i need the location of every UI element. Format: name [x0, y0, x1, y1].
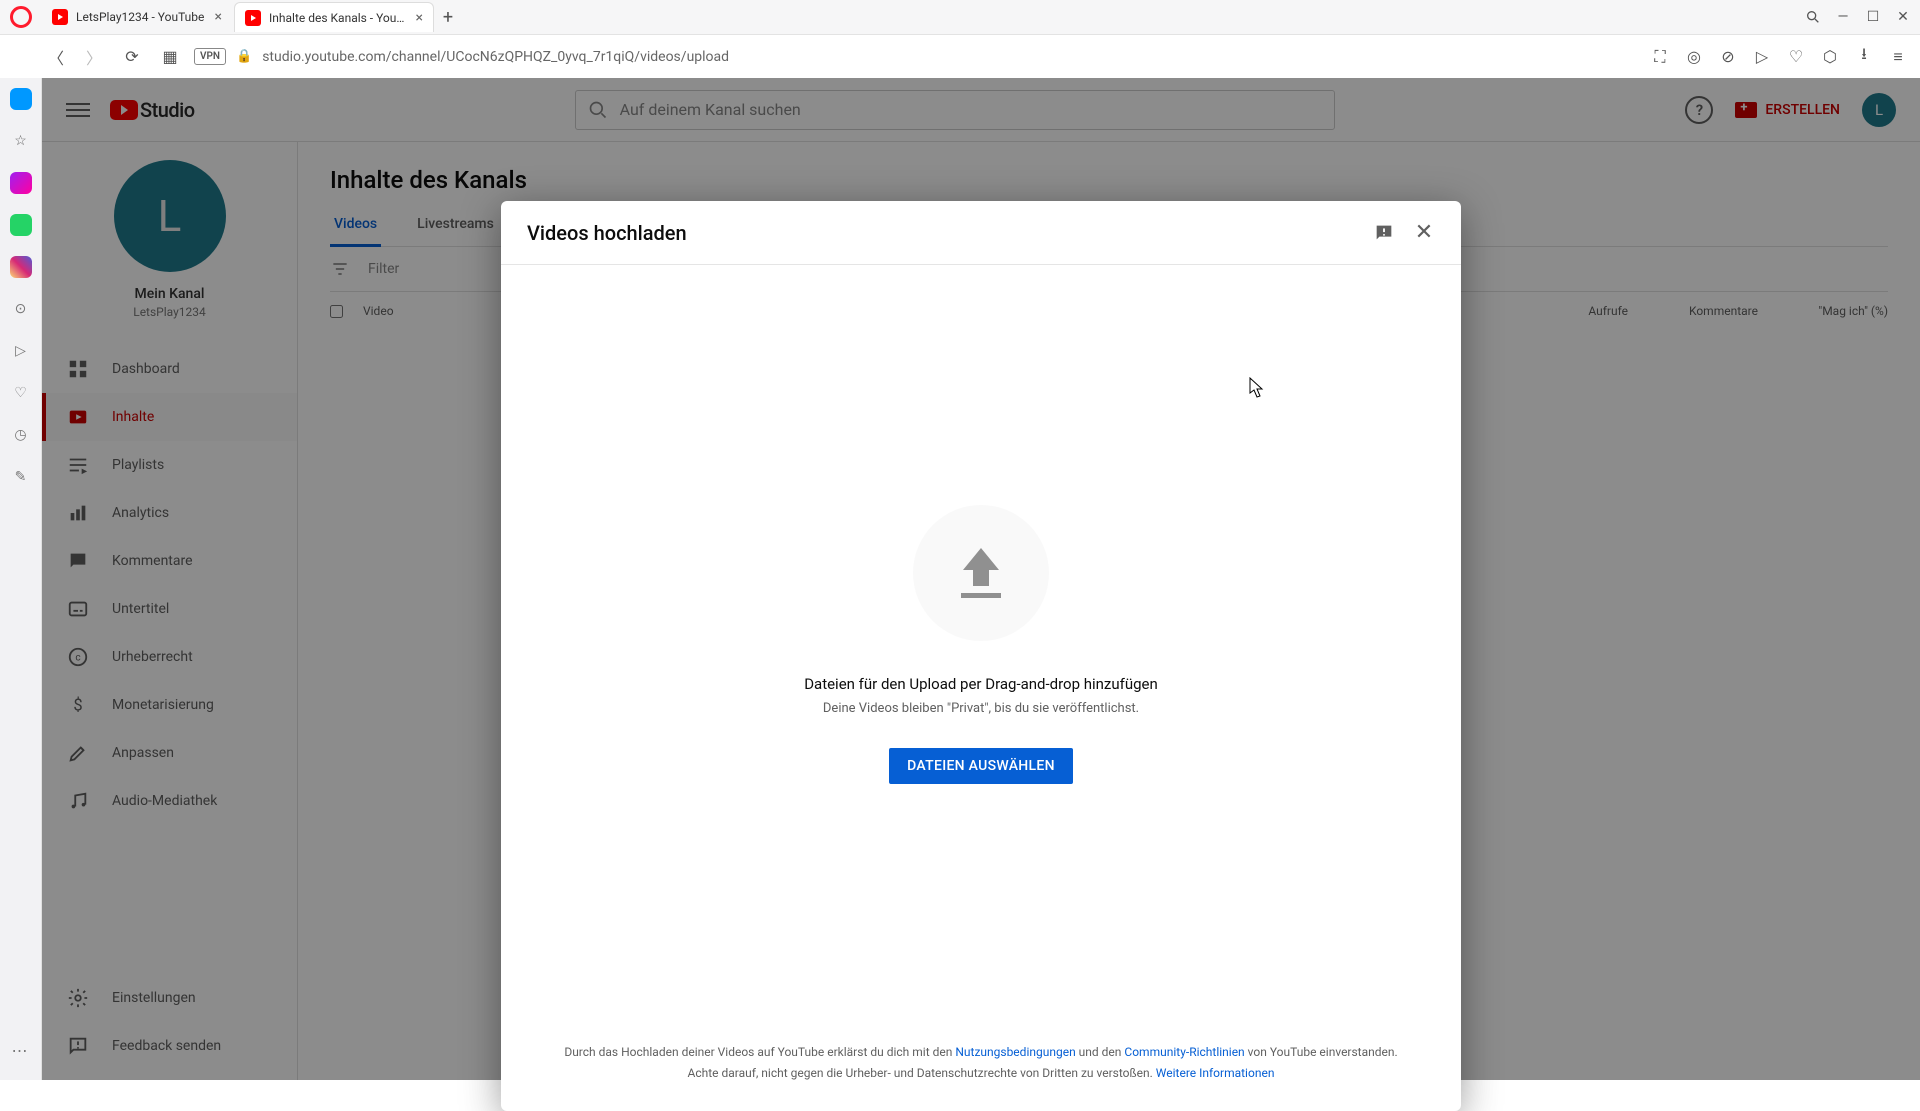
upload-drop-icon [913, 505, 1049, 641]
sidebar-instagram-icon[interactable] [10, 256, 32, 278]
tab-title: Inhalte des Kanals - YouTu [269, 11, 408, 25]
community-guidelines-link[interactable]: Community-Richtlinien [1124, 1045, 1244, 1059]
sidebar-play-icon[interactable]: ▷ [10, 340, 32, 362]
vpn-badge[interactable]: VPN [194, 48, 226, 65]
tab-title: LetsPlay1234 - YouTube [76, 10, 207, 24]
youtube-studio-app: Studio Auf deinem Kanal suchen ? ERSTELL… [42, 78, 1920, 1080]
sidebar-more-icon[interactable]: ⋯ [12, 1041, 30, 1060]
tos-link[interactable]: Nutzungsbedingungen [955, 1045, 1075, 1059]
url-text[interactable]: studio.youtube.com/channel/UCocN6zQPHQZ_… [262, 49, 1640, 65]
maximize-icon[interactable]: ☐ [1864, 8, 1882, 26]
lock-icon: 🔒 [236, 49, 252, 64]
sidebar-history-icon[interactable]: ◷ [10, 424, 32, 446]
back-button[interactable]: 〈 [42, 43, 70, 71]
download-icon[interactable]: ⭳ [1854, 47, 1874, 67]
youtube-favicon-icon [245, 10, 261, 26]
sidebar-pinboard-icon[interactable]: ✎ [10, 466, 32, 488]
sidebar-home-icon[interactable] [10, 88, 32, 110]
browser-tab-bar: LetsPlay1234 - YouTube × Inhalte des Kan… [0, 0, 1920, 34]
menu-icon[interactable]: ≡ [1888, 47, 1908, 67]
modal-header: Videos hochladen ✕ [501, 201, 1461, 265]
sidebar-whatsapp-icon[interactable] [10, 214, 32, 236]
camera-icon[interactable]: ◎ [1684, 47, 1704, 67]
drop-sub-text: Deine Videos bleiben "Privat", bis du si… [823, 701, 1139, 716]
select-files-button[interactable]: DATEIEN AUSWÄHLEN [889, 748, 1073, 784]
opera-logo-icon [10, 6, 32, 28]
sidebar-bookmarks-icon[interactable]: ☆ [10, 130, 32, 152]
reload-button[interactable]: ⟳ [118, 43, 146, 71]
cube-icon[interactable]: ⬡ [1820, 47, 1840, 67]
opera-sidebar: ☆ ⊙ ▷ ♡ ◷ ✎ ⋯ [0, 78, 42, 1080]
browser-tab[interactable]: LetsPlay1234 - YouTube × [42, 2, 232, 32]
modal-body[interactable]: Dateien für den Upload per Drag-and-drop… [501, 265, 1461, 1024]
forward-button[interactable]: 〉 [80, 43, 108, 71]
close-modal-icon[interactable]: ✕ [1413, 222, 1435, 244]
browser-chrome: LetsPlay1234 - YouTube × Inhalte des Kan… [0, 0, 1920, 78]
search-browser-icon[interactable] [1804, 8, 1822, 26]
upload-modal: Videos hochladen ✕ Dateien für den Uploa… [501, 201, 1461, 1111]
send-icon[interactable]: ▷ [1752, 47, 1772, 67]
drop-text: Dateien für den Upload per Drag-and-drop… [804, 675, 1158, 693]
modal-title: Videos hochladen [527, 221, 687, 245]
minimize-icon[interactable]: — [1834, 8, 1852, 26]
upload-arrow-icon [956, 548, 1006, 598]
tab-close-icon[interactable]: × [215, 9, 222, 25]
cursor-icon [1249, 377, 1265, 399]
heart-icon[interactable]: ♡ [1786, 47, 1806, 67]
new-tab-button[interactable]: + [436, 5, 460, 29]
snapshot-icon[interactable]: ⛶ [1650, 47, 1670, 67]
more-info-link[interactable]: Weitere Informationen [1156, 1066, 1275, 1080]
close-window-icon[interactable]: ✕ [1894, 8, 1912, 26]
grid-icon[interactable]: ▦ [156, 43, 184, 71]
modal-footer: Durch das Hochladen deiner Videos auf Yo… [501, 1024, 1461, 1111]
address-bar: 〈 〉 ⟳ ▦ VPN 🔒 studio.youtube.com/channel… [0, 34, 1920, 78]
sidebar-messenger-icon[interactable] [10, 172, 32, 194]
sidebar-heart-icon[interactable]: ♡ [10, 382, 32, 404]
send-feedback-icon[interactable] [1373, 222, 1395, 244]
window-controls: — ☐ ✕ [1804, 8, 1912, 26]
sidebar-player-icon[interactable]: ⊙ [10, 298, 32, 320]
adblock-icon[interactable]: ⊘ [1718, 47, 1738, 67]
youtube-favicon-icon [52, 9, 68, 25]
browser-tab-active[interactable]: Inhalte des Kanals - YouTu × [234, 2, 434, 32]
browser-right-tools: ⛶ ◎ ⊘ ▷ ♡ ⬡ ⭳ ≡ [1650, 47, 1908, 67]
tab-close-icon[interactable]: × [416, 10, 423, 26]
